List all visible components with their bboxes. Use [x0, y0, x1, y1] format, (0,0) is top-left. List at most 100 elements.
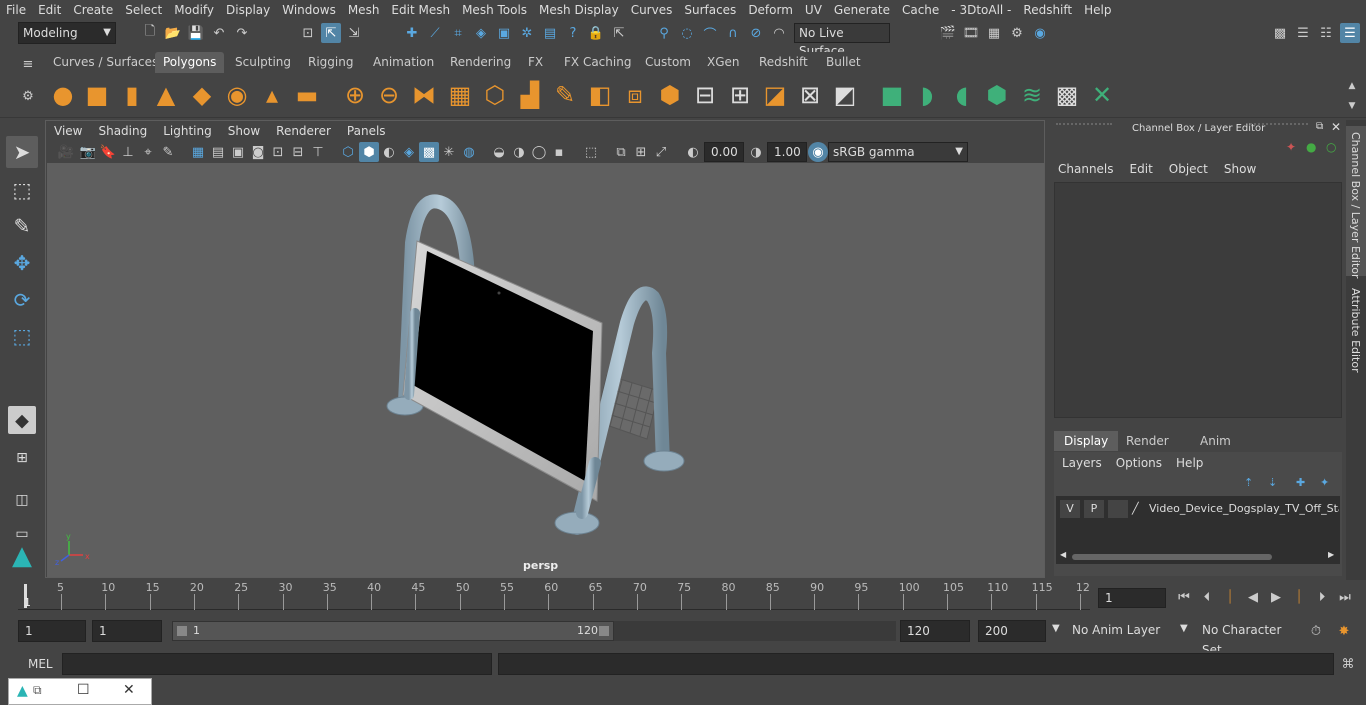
hypershade-icon[interactable]: ◉	[1030, 23, 1050, 43]
menu-mesh-display[interactable]: Mesh Display	[533, 0, 625, 20]
target-weld-icon[interactable]: ◪	[760, 80, 790, 110]
move-tool-icon[interactable]: ✥	[6, 247, 38, 279]
panel-drag-handle[interactable]	[1056, 123, 1112, 129]
insert-loop-icon[interactable]: ⊟	[690, 80, 720, 110]
chevron-down-icon[interactable]: ▼	[1052, 623, 1060, 634]
frame-selection-icon[interactable]: ⤢	[651, 142, 671, 162]
ipr-render-icon[interactable]: ▦	[984, 23, 1004, 43]
tweak-icon[interactable]: ⊘	[746, 23, 766, 43]
extract-icon[interactable]: ◩	[830, 80, 860, 110]
save-scene-icon[interactable]: 💾	[186, 23, 206, 43]
symmetry-icon[interactable]: ⚲	[654, 23, 674, 43]
script-editor-icon[interactable]: ⌘	[1338, 654, 1358, 674]
shelf-tab-xgen[interactable]: XGen	[699, 52, 748, 73]
shelf-tab-fx[interactable]: FX	[520, 52, 551, 73]
rotate-tool-icon[interactable]: ⟳	[6, 284, 38, 316]
uv-checker-icon[interactable]: ▩	[1052, 80, 1082, 110]
menu-mesh-tools[interactable]: Mesh Tools	[456, 0, 533, 20]
shelf-menu-icon[interactable]: ≡	[18, 54, 38, 74]
menu-windows[interactable]: Windows	[276, 0, 342, 20]
step-forward-key-icon[interactable]: ⏵	[1312, 587, 1332, 607]
viewport-menu-lighting[interactable]: Lighting	[155, 124, 220, 138]
scale-tool-icon[interactable]: ⬚	[6, 320, 38, 352]
snap-vertex-icon[interactable]: ✲	[517, 23, 537, 43]
shelf-settings-icon[interactable]: ⚙	[18, 86, 38, 106]
hud-icon[interactable]: ⧉	[611, 142, 631, 162]
render-frame-icon[interactable]: 🎬	[938, 23, 958, 43]
select-filter-icon[interactable]: ⇱	[609, 23, 629, 43]
side-tab-attribute-editor[interactable]: Attribute Editor	[1346, 284, 1366, 384]
shelf-tab-polygons[interactable]: Polygons	[155, 52, 225, 73]
channel-box-icon-1[interactable]: ✦	[1286, 140, 1296, 154]
menu-file[interactable]: File	[0, 0, 32, 20]
select-object-icon[interactable]: ⇱	[321, 23, 341, 43]
float-panel-icon[interactable]: ⧉	[1316, 121, 1323, 132]
mode-dropdown[interactable]: Modeling ▼	[18, 22, 116, 44]
poly-pipe-icon[interactable]: ▬	[292, 80, 322, 110]
menu-help[interactable]: Help	[1078, 0, 1117, 20]
image-plane-icon[interactable]: ⊥	[118, 142, 138, 162]
layer-hscrollbar[interactable]: ◀ ▶	[1060, 550, 1336, 562]
lasso-icon[interactable]: ◌	[677, 23, 697, 43]
color-management-icon[interactable]: ◉	[808, 142, 828, 162]
channel-box-toggle-icon[interactable]: ☰	[1340, 23, 1360, 43]
snap-surface-icon[interactable]: ▣	[494, 23, 514, 43]
bridge-icon[interactable]: ⧈	[620, 80, 650, 110]
side-tab-channel-box[interactable]: Channel Box / Layer Editor	[1346, 126, 1366, 279]
maximize-window-icon[interactable]: ☐	[77, 682, 90, 698]
scroll-right-icon[interactable]: ▶	[1328, 550, 1334, 559]
extrude-icon[interactable]: ▟	[515, 80, 545, 110]
layer-tab-display[interactable]: Display	[1054, 431, 1119, 451]
menu-mesh[interactable]: Mesh	[342, 0, 386, 20]
channel-menu-channels[interactable]: Channels	[1058, 162, 1114, 176]
snap-plane-icon[interactable]: ◈	[471, 23, 491, 43]
safe-title-icon[interactable]: ⊟	[288, 142, 308, 162]
uv-unfold-icon[interactable]: ≋	[1017, 80, 1047, 110]
layer-type-toggle[interactable]	[1108, 500, 1128, 518]
shelf-scroll-down-icon[interactable]: ▼	[1342, 96, 1362, 116]
poly-cone-icon[interactable]: ▲	[151, 80, 181, 110]
menu-redshift[interactable]: Redshift	[1017, 0, 1078, 20]
gamma-field[interactable]: 1.00	[767, 142, 807, 162]
menu-deform[interactable]: Deform	[742, 0, 799, 20]
lock-icon[interactable]: 🔒	[586, 23, 606, 43]
channel-box-icon-2[interactable]: ●	[1306, 140, 1316, 154]
chevron-down-icon[interactable]: ▼	[1180, 623, 1188, 634]
menu-surfaces[interactable]: Surfaces	[678, 0, 742, 20]
ambient-occlusion-icon[interactable]: ◒	[489, 142, 509, 162]
scroll-left-icon[interactable]: ◀	[1060, 550, 1066, 559]
current-frame-field[interactable]: 1	[1098, 588, 1166, 608]
safe-frame-icon[interactable]: ⊤	[308, 142, 328, 162]
shelf-tab-sculpting[interactable]: Sculpting	[227, 52, 299, 73]
menu-curves[interactable]: Curves	[625, 0, 679, 20]
poly-cube-icon[interactable]: ■	[82, 80, 112, 110]
film-gate-icon[interactable]: ✎	[158, 142, 178, 162]
scene-start-field[interactable]: 1	[18, 620, 86, 642]
wireframe-on-shaded-icon[interactable]: ◐	[379, 142, 399, 162]
channel-menu-object[interactable]: Object	[1169, 162, 1208, 176]
lasso-tool-icon[interactable]: ⬚	[6, 174, 38, 206]
smooth-shading-icon[interactable]: ⬢	[359, 142, 379, 162]
poly-sphere-icon[interactable]: ●	[48, 80, 78, 110]
shelf-tab-custom[interactable]: Custom	[637, 52, 699, 73]
go-to-end-icon[interactable]: ⏭	[1335, 587, 1355, 607]
shelf-scroll-up-icon[interactable]: ▲	[1342, 76, 1362, 96]
combine-icon[interactable]: ⊕	[340, 80, 370, 110]
layer-name[interactable]: Video_Device_Dogsplay_TV_Off_State	[1149, 500, 1339, 518]
step-forward-frame-icon[interactable]: ⏐	[1289, 587, 1309, 607]
offset-loop-icon[interactable]: ⊞	[725, 80, 755, 110]
wireframe-icon[interactable]: ▦	[188, 142, 208, 162]
modeling-toolkit-icon[interactable]: ▩	[1270, 23, 1290, 43]
camera-select-icon[interactable]: 🎥	[56, 142, 76, 162]
auto-key-icon[interactable]: ⏱	[1306, 621, 1326, 641]
close-panel-icon[interactable]: ✕	[1331, 120, 1341, 134]
textured-icon[interactable]: ◈	[399, 142, 419, 162]
shelf-tab-redshift[interactable]: Redshift	[751, 52, 816, 73]
append-icon[interactable]: ⬢	[655, 80, 685, 110]
open-scene-icon[interactable]: 📂	[163, 23, 183, 43]
character-set-dropdown[interactable]: No Character Set	[1196, 620, 1300, 657]
wireframe-shading-icon[interactable]: ⬡	[338, 142, 358, 162]
play-backward-icon[interactable]: ◀	[1243, 587, 1263, 607]
layer-row[interactable]: V P ╱ Video_Device_Dogsplay_TV_Off_State	[1060, 500, 1340, 518]
command-language-label[interactable]: MEL	[28, 657, 53, 671]
